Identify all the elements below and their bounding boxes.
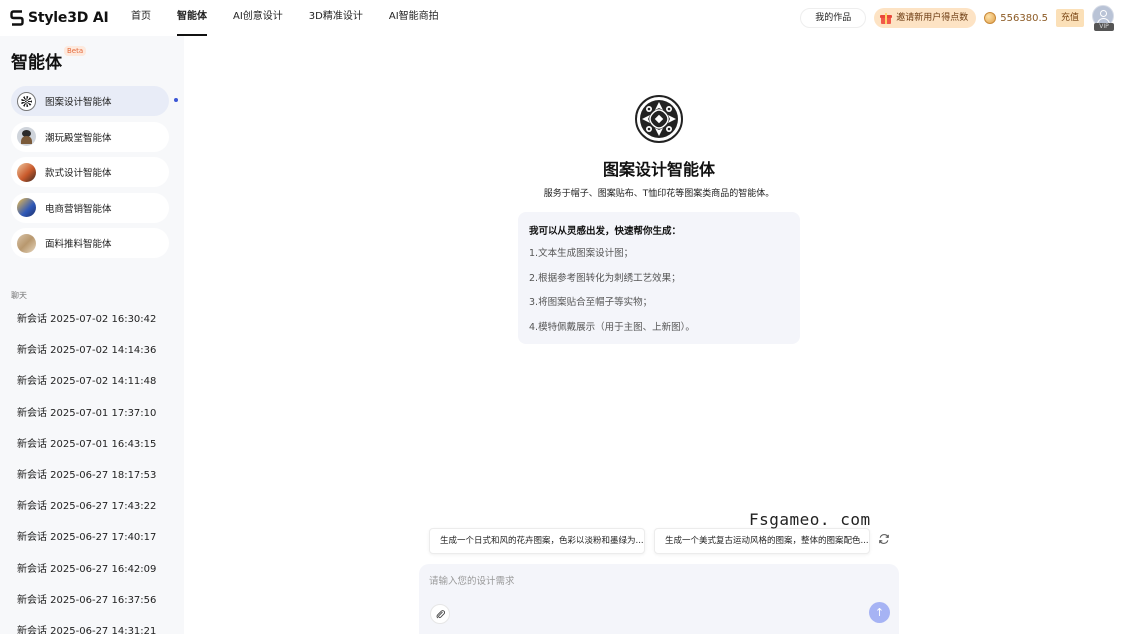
style-icon xyxy=(17,162,36,182)
nav-ai-product-shoot[interactable]: AI智能商拍 xyxy=(376,0,452,36)
sidebar-item-trendy-toy-agent[interactable]: 潮玩殿堂智能体 xyxy=(11,121,169,152)
agent-label: 图案设计智能体 xyxy=(45,97,112,108)
header-actions: 我的作品 邀请新用户得点数 556380.5 充值 VIP xyxy=(800,5,1116,31)
capability-item: 2.根据参考图转化为刺绣工艺效果； xyxy=(529,272,681,284)
gift-icon xyxy=(880,12,893,24)
pattern-icon xyxy=(17,91,36,111)
ecommerce-icon xyxy=(17,198,36,217)
sidebar-item-style-design-agent[interactable]: 款式设计智能体 xyxy=(11,157,169,187)
history-item[interactable]: 新会话 2025-07-02 14:14:36 xyxy=(17,341,177,372)
brand-logo[interactable]: Style3D AI xyxy=(10,9,109,27)
user-avatar-button[interactable]: VIP xyxy=(1092,5,1116,31)
top-bar: Style3D AI 首页 智能体 AI创意设计 3D精准设计 AI智能商拍 我… xyxy=(0,0,1122,36)
toy-icon xyxy=(17,127,36,146)
prompt-input-box: ↑ xyxy=(419,564,899,634)
sidebar: 智能体 Beta 图案设计智能体 潮玩殿堂智能体 款式设计智能体 电商营销智能体… xyxy=(0,36,184,634)
agent-description: 服务于帽子、图案贴布、T恤印花等图案类商品的智能体。 xyxy=(543,189,775,199)
paperclip-icon xyxy=(436,610,445,619)
history-item[interactable]: 新会话 2025-06-27 16:42:09 xyxy=(17,560,177,591)
points-balance: 556380.5 xyxy=(984,12,1048,24)
agent-label: 电商营销智能体 xyxy=(45,203,112,215)
capabilities-card: 我可以从灵感出发，快速帮你生成： 1.文本生成图案设计图； 2.根据参考图转化为… xyxy=(518,212,800,344)
points-value: 556380.5 xyxy=(1000,12,1048,24)
capabilities-heading: 我可以从灵感出发，快速帮你生成： xyxy=(529,226,682,237)
sidebar-item-pattern-design-agent[interactable]: 图案设计智能体 xyxy=(11,86,169,116)
attach-button[interactable] xyxy=(430,604,450,624)
capability-item: 1.文本生成图案设计图； xyxy=(529,248,634,259)
agent-label: 潮玩殿堂智能体 xyxy=(45,132,112,144)
history-item[interactable]: 新会话 2025-07-01 16:43:15 xyxy=(17,435,177,466)
history-item[interactable]: 新会话 2025-07-02 14:11:48 xyxy=(17,372,177,403)
history-item[interactable]: 新会话 2025-06-27 16:37:56 xyxy=(17,591,177,622)
history-item[interactable]: 新会话 2025-06-27 17:40:17 xyxy=(17,528,177,559)
send-button[interactable]: ↑ xyxy=(869,602,890,623)
main-nav: 首页 智能体 AI创意设计 3D精准设计 AI智能商拍 xyxy=(118,0,452,36)
agent-label: 面料推料智能体 xyxy=(45,239,112,250)
style3d-logo-icon xyxy=(10,10,24,26)
active-indicator-dot xyxy=(174,98,178,102)
history-item[interactable]: 新会话 2025-07-01 17:37:10 xyxy=(17,404,177,435)
sidebar-item-fabric-agent[interactable]: 面料推料智能体 xyxy=(11,228,169,258)
nav-home[interactable]: 首页 xyxy=(118,0,164,36)
history-item[interactable]: 新会话 2025-06-27 17:43:22 xyxy=(17,497,177,528)
beta-badge: Beta xyxy=(64,46,87,56)
invite-label: 邀请新用户得点数 xyxy=(896,13,969,23)
agent-list: 图案设计智能体 潮玩殿堂智能体 款式设计智能体 电商营销智能体 面料推料智能体 xyxy=(11,86,169,264)
history-item[interactable]: 新会话 2025-07-02 16:30:42 xyxy=(17,310,177,341)
capability-item: 3.将图案贴合至帽子等实物； xyxy=(529,297,653,308)
chat-history-list: 新会话 2025-07-02 16:30:42 新会话 2025-07-02 1… xyxy=(17,310,177,634)
nav-agents[interactable]: 智能体 xyxy=(164,0,220,36)
chat-section-heading: 聊天 xyxy=(11,291,27,300)
nav-ai-creative-design[interactable]: AI创意设计 xyxy=(220,0,296,36)
main-panel: 图案设计智能体 服务于帽子、图案贴布、T恤印花等图案类商品的智能体。 我可以从灵… xyxy=(184,36,1122,634)
agent-title: 图案设计智能体 xyxy=(602,160,715,179)
capability-item: 4.模特佩戴展示（用于主图、上新图）。 xyxy=(529,321,695,333)
sidebar-title: 智能体 xyxy=(11,53,62,73)
vip-badge: VIP xyxy=(1094,23,1114,31)
sidebar-item-ecommerce-marketing-agent[interactable]: 电商营销智能体 xyxy=(11,192,169,223)
history-item[interactable]: 新会话 2025-06-27 18:17:53 xyxy=(17,466,177,497)
arrow-up-icon: ↑ xyxy=(874,606,885,619)
prompt-input[interactable] xyxy=(429,572,869,590)
history-item[interactable]: 新会话 2025-06-27 14:31:21 xyxy=(17,622,177,634)
nav-3d-precise-design[interactable]: 3D精准设计 xyxy=(296,0,376,36)
suggestion-chip[interactable]: 生成一个日式和风的花卉图案，色彩以淡粉和墨绿为... xyxy=(429,528,645,554)
pattern-agent-logo-icon xyxy=(635,95,683,143)
agent-label: 款式设计智能体 xyxy=(45,168,112,179)
my-works-button[interactable]: 我的作品 xyxy=(800,8,867,28)
invite-button[interactable]: 邀请新用户得点数 xyxy=(874,8,977,28)
fabric-icon xyxy=(17,233,36,253)
recharge-button[interactable]: 充值 xyxy=(1055,9,1084,27)
suggestion-chip[interactable]: 生成一个美式复古运动风格的图案，整体的图案配色... xyxy=(654,528,870,554)
refresh-icon[interactable] xyxy=(878,533,890,545)
watermark: Fsgameo. com xyxy=(749,510,871,529)
brand-name: Style3D AI xyxy=(28,10,109,26)
coin-icon xyxy=(984,12,997,24)
